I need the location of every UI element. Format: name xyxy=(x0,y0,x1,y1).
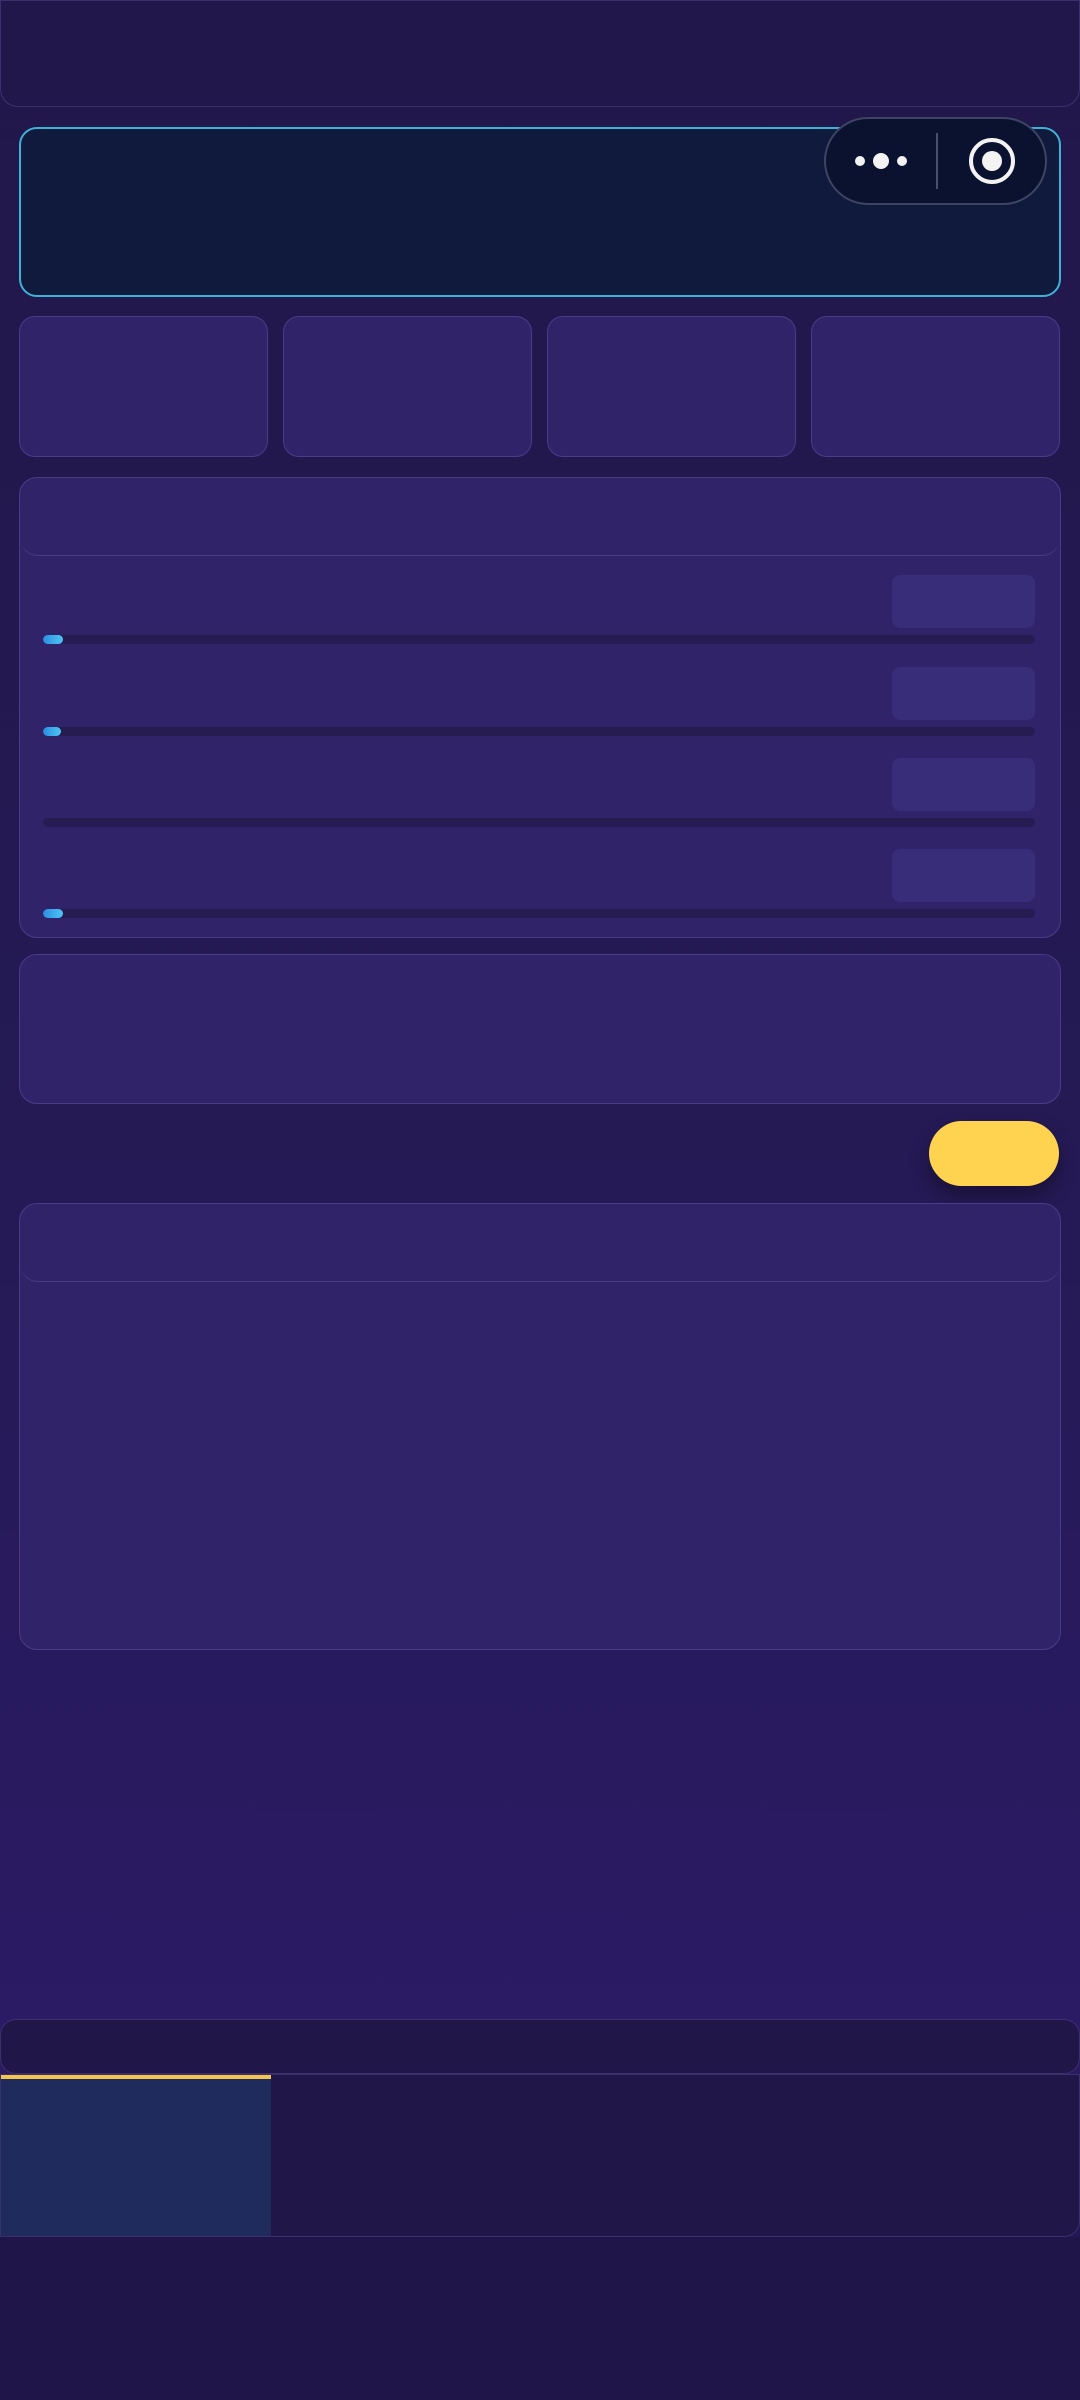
bottom-strip xyxy=(0,2019,1080,2074)
tab-active[interactable] xyxy=(1,2075,271,2236)
info-card xyxy=(19,954,1061,1104)
progress-card-header xyxy=(20,478,1060,556)
list-card-header xyxy=(20,1204,1060,1282)
progress-track xyxy=(43,818,1035,827)
stat-tile[interactable] xyxy=(547,316,796,457)
row-action-chip[interactable] xyxy=(892,575,1035,628)
list-card xyxy=(19,1203,1061,1650)
progress-track xyxy=(43,635,1035,644)
row-action-chip[interactable] xyxy=(892,758,1035,811)
stat-tile[interactable] xyxy=(19,316,268,457)
bottom-safe-area xyxy=(0,2237,1080,2400)
stat-tile[interactable] xyxy=(811,316,1060,457)
progress-card xyxy=(19,477,1061,938)
close-button[interactable] xyxy=(938,119,1045,203)
progress-track xyxy=(43,909,1035,918)
primary-action-button[interactable] xyxy=(929,1121,1059,1186)
progress-fill xyxy=(43,635,63,644)
mini-program-capsule xyxy=(824,117,1047,205)
progress-fill xyxy=(43,909,63,918)
more-button[interactable] xyxy=(826,119,936,203)
more-dots-icon xyxy=(897,156,907,166)
progress-fill xyxy=(43,727,61,736)
tab-bar xyxy=(0,2074,1080,2237)
top-bar xyxy=(0,0,1080,107)
record-target-icon xyxy=(968,138,1015,184)
row-action-chip[interactable] xyxy=(892,849,1035,902)
stat-tile[interactable] xyxy=(283,316,532,457)
row-action-chip[interactable] xyxy=(892,667,1035,720)
more-dots-icon xyxy=(873,153,889,169)
more-dots-icon xyxy=(855,156,865,166)
progress-track xyxy=(43,727,1035,736)
